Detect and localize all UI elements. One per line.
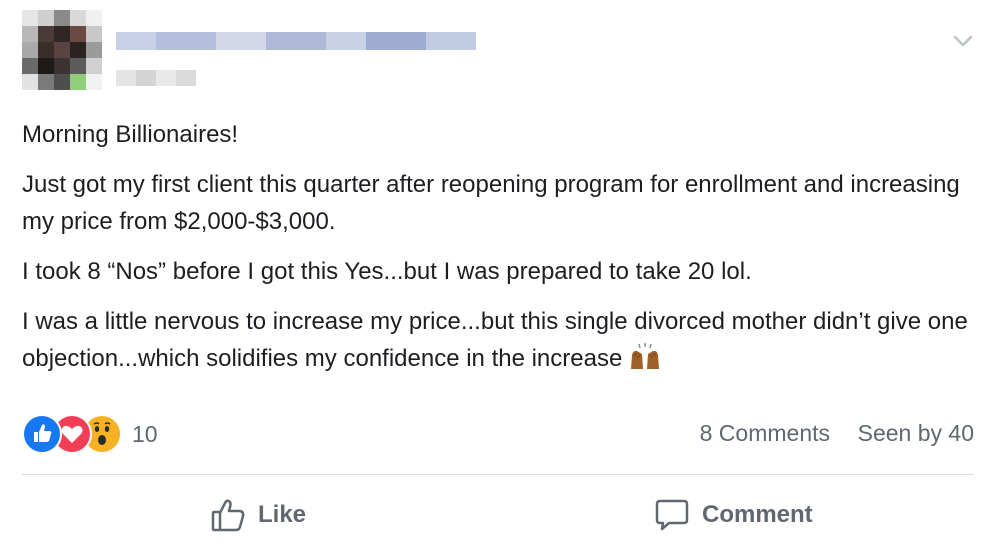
- like-reaction-icon: [22, 414, 62, 454]
- thumbs-up-icon: [211, 499, 245, 532]
- post-meta-redacted: [116, 70, 196, 86]
- post-paragraph: Morning Billionaires!: [22, 121, 239, 148]
- chevron-down-icon[interactable]: [952, 30, 974, 52]
- post-paragraph: I took 8 “Nos” before I got this Yes...b…: [22, 258, 752, 285]
- raising-hands-emoji-icon: [631, 343, 660, 369]
- avatar[interactable]: [22, 10, 102, 90]
- post-stats: 10 8 Comments Seen by 40: [22, 414, 974, 454]
- post-paragraph: I was a little nervous to increase my pr…: [22, 308, 968, 372]
- like-button[interactable]: Like: [210, 490, 306, 540]
- seen-by-count[interactable]: Seen by 40: [858, 420, 974, 447]
- comment-label: Comment: [702, 501, 813, 528]
- comment-bubble-icon: [655, 499, 689, 531]
- like-label: Like: [258, 501, 307, 528]
- post-text: Morning Billionaires! Just got my first …: [22, 116, 972, 390]
- comments-count-link[interactable]: 8 Comments: [700, 420, 830, 447]
- comment-button[interactable]: Comment: [654, 490, 813, 540]
- reactions-summary[interactable]: 10: [22, 414, 158, 454]
- reaction-count: 10: [132, 420, 158, 447]
- post-paragraph: Just got my first client this quarter af…: [22, 171, 960, 235]
- author-name-redacted[interactable]: [116, 32, 476, 50]
- post-header: [22, 10, 973, 105]
- post-paragraph-last: I was a little nervous to increase my pr…: [22, 303, 972, 377]
- divider: [22, 474, 974, 475]
